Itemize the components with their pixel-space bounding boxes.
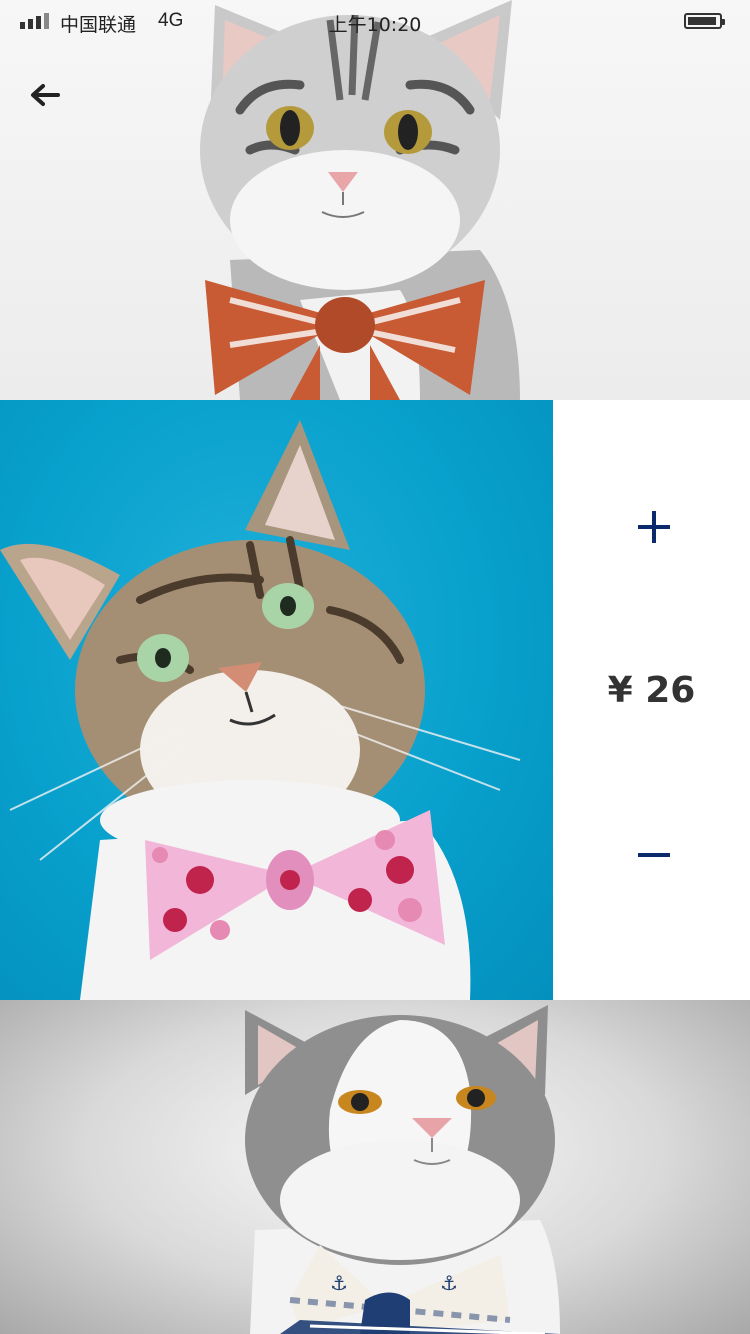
- plus-icon: [638, 511, 670, 543]
- decrease-button[interactable]: [637, 838, 671, 872]
- cat-anchor-bow-image: ⚓ ⚓: [245, 1005, 560, 1334]
- cat-pink-bow-image: [0, 420, 521, 1000]
- price-panel: ¥ 26: [553, 400, 750, 1001]
- svg-text:⚓: ⚓: [440, 1271, 458, 1295]
- back-arrow-icon: [31, 84, 60, 106]
- product-photo-2[interactable]: [0, 400, 553, 1000]
- status-bar: 中国联通 4G 上午10:20: [0, 0, 750, 40]
- product-photo-3[interactable]: ⚓ ⚓: [0, 1000, 750, 1334]
- minus-icon: [638, 853, 670, 857]
- svg-text:⚓: ⚓: [330, 1271, 348, 1295]
- price-label: ¥ 26: [607, 670, 696, 711]
- product-photo-1[interactable]: [0, 0, 750, 400]
- increase-button[interactable]: [637, 510, 671, 544]
- back-button[interactable]: [28, 80, 64, 110]
- cat-orange-bow-image: [200, 0, 520, 400]
- battery-icon: [684, 13, 725, 29]
- clock-label: 上午10:20: [328, 14, 422, 36]
